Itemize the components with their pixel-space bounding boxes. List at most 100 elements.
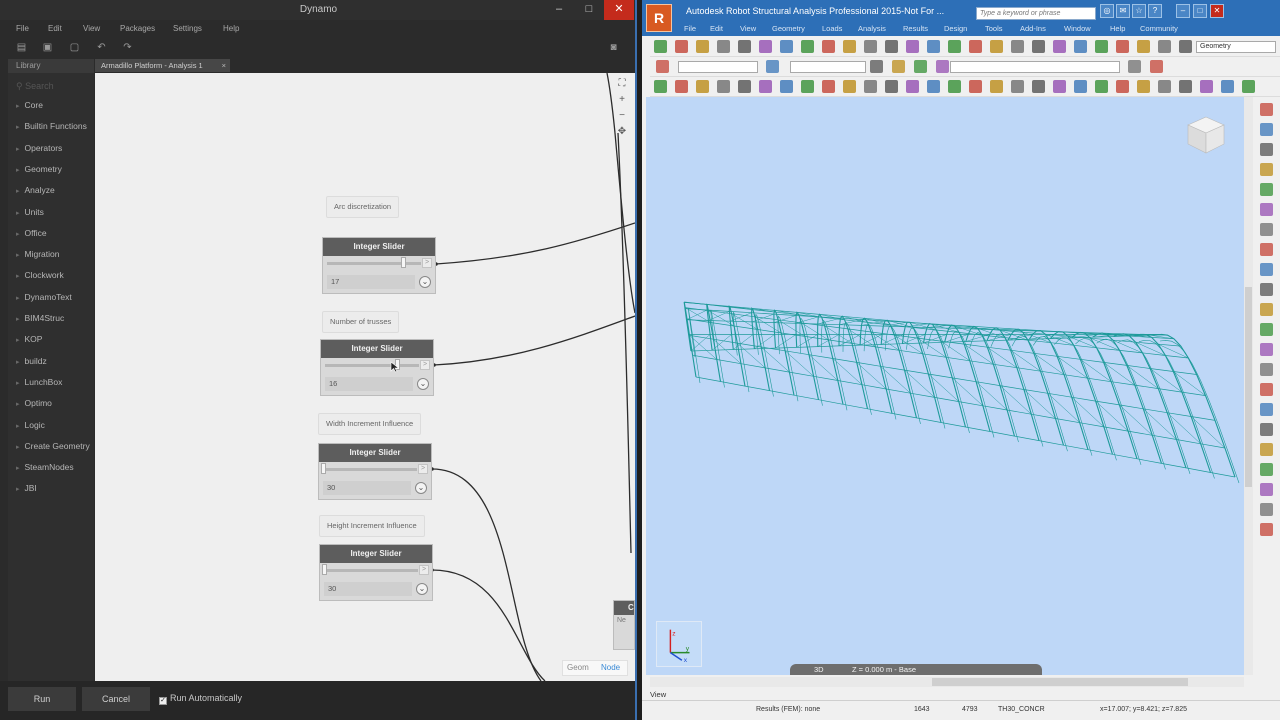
toolbar3-tool-icon[interactable] bbox=[1074, 80, 1087, 93]
toolbar1-tool-icon[interactable] bbox=[1074, 40, 1087, 53]
slider-track[interactable] bbox=[323, 468, 417, 471]
library-item[interactable]: ▸ LunchBox bbox=[16, 377, 94, 389]
workspace-tab[interactable]: Armadillo Platform - Analysis 1 × bbox=[95, 59, 230, 72]
output-port[interactable]: > bbox=[419, 565, 429, 575]
side-tool-icon[interactable] bbox=[1260, 523, 1273, 536]
tab-3d[interactable]: 3D bbox=[814, 665, 824, 674]
cases-combo[interactable] bbox=[790, 61, 866, 73]
expand-toggle[interactable]: ⌄ bbox=[417, 378, 429, 390]
toolbar1-tool-icon[interactable] bbox=[738, 40, 751, 53]
toolbar3-tool-icon[interactable] bbox=[1221, 80, 1234, 93]
viewcube-icon[interactable] bbox=[1184, 113, 1228, 157]
side-tool-icon[interactable] bbox=[1260, 483, 1273, 496]
robot-menu-edit[interactable]: Edit bbox=[710, 24, 723, 33]
robot-menu-results[interactable]: Results bbox=[903, 24, 928, 33]
toolbar3-tool-icon[interactable] bbox=[1137, 80, 1150, 93]
library-item[interactable]: ▸ Core bbox=[16, 100, 94, 112]
undo-icon[interactable]: ↶ bbox=[96, 42, 107, 53]
node-view-button[interactable]: Node bbox=[601, 661, 620, 675]
toolbar1-tool-icon[interactable] bbox=[969, 40, 982, 53]
note-width-increment[interactable]: Width Increment Influence bbox=[318, 413, 422, 435]
library-item[interactable]: ▸ Units bbox=[16, 207, 94, 219]
library-item[interactable]: ▸ Logic bbox=[16, 420, 94, 432]
library-item[interactable]: ▸ Clockwork bbox=[16, 270, 94, 282]
run-button[interactable]: Run bbox=[8, 687, 76, 711]
toolbar3-tool-icon[interactable] bbox=[1095, 80, 1108, 93]
menu-edit[interactable]: Edit bbox=[48, 24, 62, 33]
library-item[interactable]: ▸ Geometry bbox=[16, 164, 94, 176]
output-port[interactable]: > bbox=[422, 258, 432, 268]
toolbar1-tool-icon[interactable] bbox=[843, 40, 856, 53]
library-item[interactable]: ▸ DynamoText bbox=[16, 292, 94, 304]
toolbar1-tool-icon[interactable] bbox=[801, 40, 814, 53]
toolbar1-tool-icon[interactable] bbox=[1011, 40, 1024, 53]
robot-menu-view[interactable]: View bbox=[740, 24, 756, 33]
toolbar1-tool-icon[interactable] bbox=[864, 40, 877, 53]
side-tool-icon[interactable] bbox=[1260, 443, 1273, 456]
toolbar1-tool-icon[interactable] bbox=[1095, 40, 1108, 53]
side-tool-icon[interactable] bbox=[1260, 103, 1273, 116]
expand-toggle[interactable]: ⌄ bbox=[419, 276, 431, 288]
note-number-of-trusses[interactable]: Number of trusses bbox=[322, 311, 400, 333]
menu-settings[interactable]: Settings bbox=[173, 24, 202, 33]
toolbar2-tool-icon[interactable] bbox=[656, 60, 669, 73]
toolbar3-tool-icon[interactable] bbox=[1032, 80, 1045, 93]
camera-icon[interactable]: ◙ bbox=[608, 42, 619, 53]
toolbar2-tool-icon[interactable] bbox=[1128, 60, 1141, 73]
toolbar3-tool-icon[interactable] bbox=[1011, 80, 1024, 93]
toolbar3-tool-icon[interactable] bbox=[696, 80, 709, 93]
tab-base-level[interactable]: Z = 0.000 m - Base bbox=[852, 665, 916, 674]
robot-menu-loads[interactable]: Loads bbox=[822, 24, 842, 33]
partial-node[interactable]: C Ne bbox=[613, 600, 635, 650]
close-tab-icon[interactable]: × bbox=[222, 59, 226, 72]
toolbar3-tool-icon[interactable] bbox=[969, 80, 982, 93]
favorites-icon[interactable]: ☆ bbox=[1132, 4, 1146, 18]
robot-menu-design[interactable]: Design bbox=[944, 24, 967, 33]
zoom-fit-icon[interactable]: ⛶ bbox=[614, 78, 630, 94]
minimize-button[interactable]: – bbox=[544, 0, 574, 20]
toolbar1-tool-icon[interactable] bbox=[675, 40, 688, 53]
slider-value[interactable]: 17 bbox=[327, 275, 415, 289]
side-tool-icon[interactable] bbox=[1260, 283, 1273, 296]
toolbar1-tool-icon[interactable] bbox=[948, 40, 961, 53]
save-icon[interactable]: ▢ bbox=[69, 42, 80, 53]
toolbar1-tool-icon[interactable] bbox=[780, 40, 793, 53]
toolbar1-tool-icon[interactable] bbox=[927, 40, 940, 53]
slider-track[interactable] bbox=[327, 262, 421, 265]
toolbar1-tool-icon[interactable] bbox=[654, 40, 667, 53]
toolbar2-tool-icon[interactable] bbox=[766, 60, 779, 73]
menu-help[interactable]: Help bbox=[223, 24, 239, 33]
expand-toggle[interactable]: ⌄ bbox=[416, 583, 428, 595]
toolbar3-tool-icon[interactable] bbox=[990, 80, 1003, 93]
side-tool-icon[interactable] bbox=[1260, 243, 1273, 256]
slider-value[interactable]: 30 bbox=[323, 481, 411, 495]
toolbar3-tool-icon[interactable] bbox=[822, 80, 835, 93]
library-item[interactable]: ▸ Operators bbox=[16, 143, 94, 155]
slider-value[interactable]: 16 bbox=[325, 377, 413, 391]
library-item[interactable]: ▸ KOP bbox=[16, 334, 94, 346]
integer-slider-node[interactable]: Integer Slider > 30 ⌄ bbox=[319, 544, 433, 601]
slider-value[interactable]: 30 bbox=[324, 582, 412, 596]
selection-combo[interactable] bbox=[678, 61, 758, 73]
integer-slider-node[interactable]: Integer Slider > 16 ⌄ bbox=[320, 339, 434, 396]
slider-thumb[interactable] bbox=[400, 257, 406, 268]
geometry-layout-combo[interactable]: Geometry bbox=[1196, 41, 1276, 53]
zoom-in-icon[interactable]: + bbox=[614, 94, 630, 110]
robot-logo[interactable]: R bbox=[646, 4, 672, 32]
toolbar3-tool-icon[interactable] bbox=[717, 80, 730, 93]
robot-menu-file[interactable]: File bbox=[684, 24, 696, 33]
toolbar1-tool-icon[interactable] bbox=[906, 40, 919, 53]
toolbar1-tool-icon[interactable] bbox=[696, 40, 709, 53]
toolbar2-tool-icon[interactable] bbox=[1150, 60, 1163, 73]
robot-menu-analysis[interactable]: Analysis bbox=[858, 24, 886, 33]
communication-icon[interactable]: ✉ bbox=[1116, 4, 1130, 18]
robot-maximize-button[interactable]: □ bbox=[1193, 4, 1207, 18]
slider-track[interactable] bbox=[325, 364, 419, 367]
toolbar3-tool-icon[interactable] bbox=[675, 80, 688, 93]
toolbar1-tool-icon[interactable] bbox=[990, 40, 1003, 53]
toolbar2-tool-icon[interactable] bbox=[870, 60, 883, 73]
robot-menu-tools[interactable]: Tools bbox=[985, 24, 1003, 33]
robot-menu-geometry[interactable]: Geometry bbox=[772, 24, 805, 33]
toolbar2-tool-icon[interactable] bbox=[892, 60, 905, 73]
side-tool-icon[interactable] bbox=[1260, 203, 1273, 216]
